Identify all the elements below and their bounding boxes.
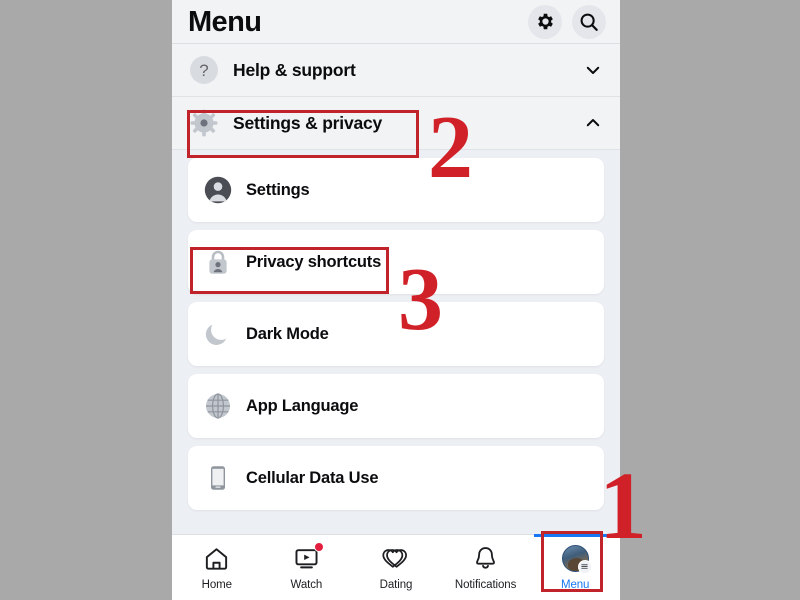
settings-card-list: Settings Privacy shortcuts Dark Mode App…: [172, 150, 620, 510]
question-circle-icon: ?: [189, 55, 219, 85]
dating-hearts-icon: [382, 544, 410, 572]
header-actions: [528, 4, 606, 39]
list-item-label: Dark Mode: [246, 324, 329, 343]
list-item-settings[interactable]: Settings: [188, 158, 604, 222]
chevron-up-icon[interactable]: [584, 114, 602, 132]
page-title: Menu: [188, 6, 262, 38]
step-number-2: 2: [428, 98, 473, 197]
group-row-settings-privacy[interactable]: Settings & privacy: [172, 97, 620, 150]
nav-label: Home: [201, 579, 232, 591]
mobile-phone-icon: [204, 464, 232, 492]
list-item-label: Privacy shortcuts: [246, 252, 382, 271]
step-number-3: 3: [398, 250, 443, 349]
bell-icon: [472, 544, 500, 572]
notification-badge: [314, 542, 325, 552]
nav-label: Notifications: [454, 579, 517, 591]
nav-item-dating[interactable]: Dating: [351, 535, 441, 600]
group-label-help-support: Help & support: [233, 59, 356, 80]
nav-label: Menu: [560, 579, 590, 591]
list-item-privacy-shortcuts[interactable]: Privacy shortcuts: [188, 230, 604, 294]
step-number-1: 1: [599, 452, 647, 559]
phone-screen: Menu ? Help & support Settings & privacy…: [172, 0, 620, 600]
watch-play-icon: [292, 542, 325, 572]
app-header: Menu: [172, 0, 620, 44]
bottom-navigation-bar: Home Watch Dating Notifications Menu: [172, 534, 620, 600]
lock-person-icon: [204, 248, 232, 276]
list-item-label: App Language: [246, 396, 359, 415]
globe-icon: [204, 392, 232, 420]
chevron-down-icon[interactable]: [584, 61, 602, 79]
nav-item-watch[interactable]: Watch: [262, 535, 352, 600]
gear-icon[interactable]: [528, 4, 562, 39]
list-item-label: Cellular Data Use: [246, 468, 379, 487]
group-row-help-support[interactable]: ? Help & support: [172, 44, 620, 97]
svg-text:?: ?: [199, 61, 208, 80]
list-item-label: Settings: [246, 180, 310, 199]
avatar-menu-icon: [561, 544, 592, 574]
nav-item-notifications[interactable]: Notifications: [441, 535, 531, 600]
list-item-dark-mode[interactable]: Dark Mode: [188, 302, 604, 366]
avatar: [561, 544, 592, 574]
moon-icon: [204, 320, 232, 348]
nav-label: Dating: [379, 579, 413, 591]
list-item-cellular-data-use[interactable]: Cellular Data Use: [188, 446, 604, 510]
group-label-settings-privacy: Settings & privacy: [233, 112, 383, 133]
list-item-app-language[interactable]: App Language: [188, 374, 604, 438]
nav-label: Watch: [290, 579, 323, 591]
search-icon[interactable]: [572, 4, 606, 39]
gear-icon: [189, 108, 219, 138]
nav-item-home[interactable]: Home: [172, 535, 262, 600]
hamburger-menu-icon: [577, 559, 592, 574]
home-icon: [203, 544, 231, 572]
person-circle-icon: [204, 176, 232, 204]
